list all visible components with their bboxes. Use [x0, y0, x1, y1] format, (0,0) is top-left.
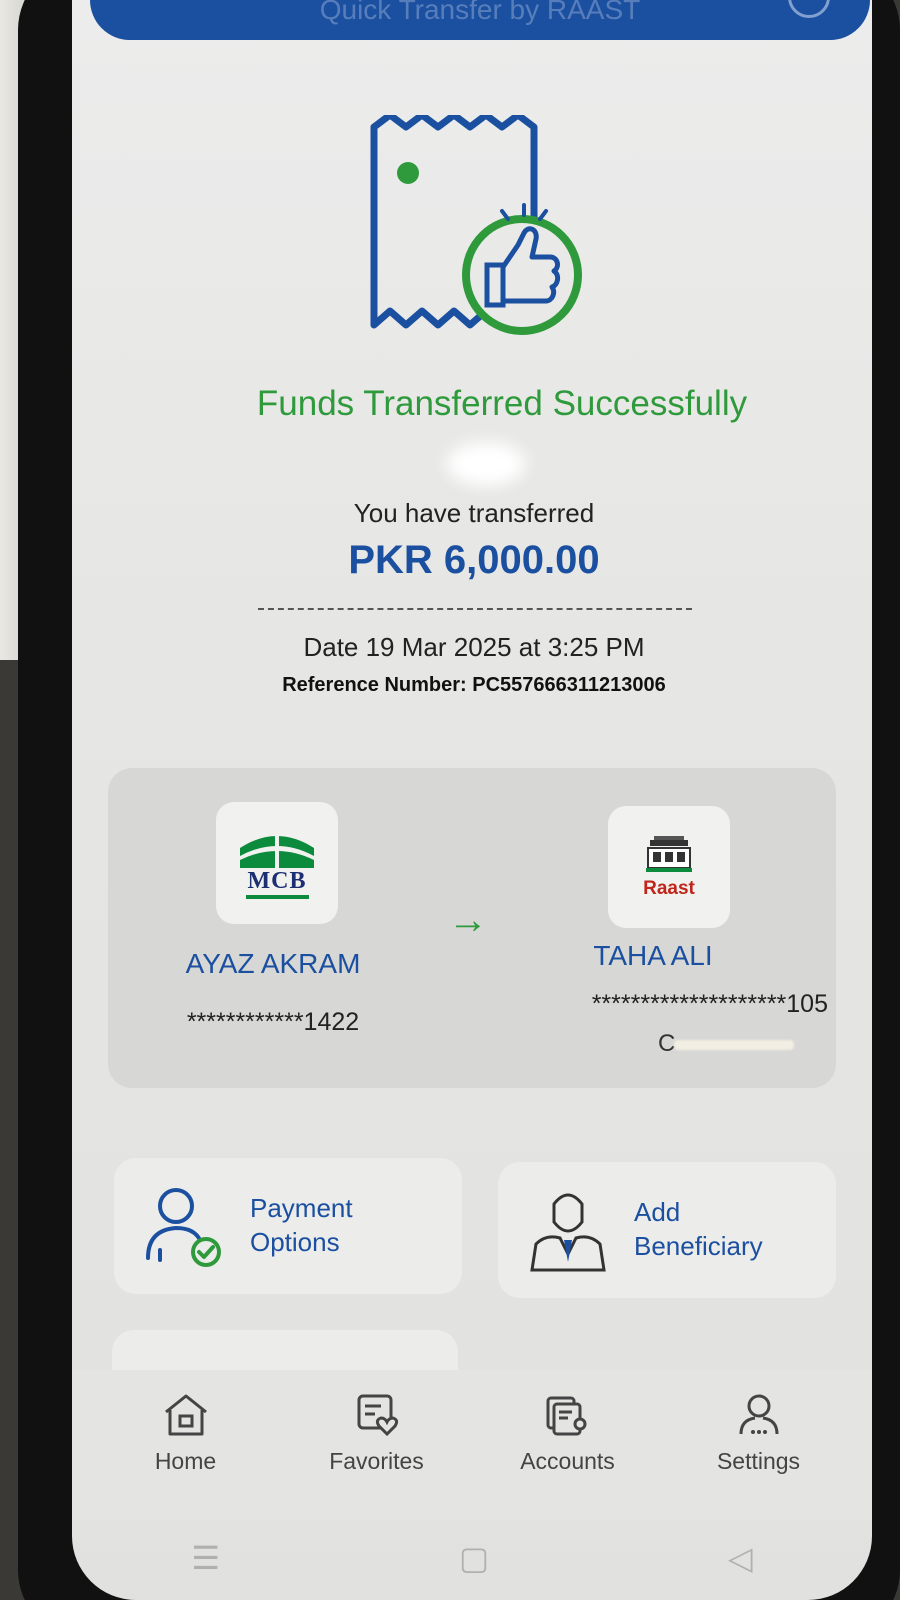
arrow-right-icon: →: [448, 898, 488, 942]
nav-home-label: Home: [154, 1448, 217, 1474]
reference-number: Reference Number: PC557666311213006: [282, 674, 666, 696]
raast-logo-text: Raast: [643, 878, 695, 899]
favorites-icon: [357, 1394, 398, 1437]
receiver-bank-logo: Raast: [608, 806, 730, 928]
receiver-extra: C: [658, 1030, 676, 1057]
nav-favorites-label: Favorites: [329, 1448, 424, 1474]
nav-settings-label: Settings: [716, 1448, 801, 1474]
accounts-icon: [546, 1396, 586, 1436]
header-title: Quick Transfer by RAAST: [319, 0, 641, 25]
mcb-logo-text: MCB: [245, 868, 309, 899]
header-info-icon[interactable]: [788, 0, 830, 18]
payment-options-button[interactable]: Payment Options: [114, 1158, 462, 1294]
bottom-navigation: Home Favorites Accounts Settings: [72, 1370, 872, 1520]
add-beneficiary-button[interactable]: Add Beneficiary: [498, 1162, 836, 1298]
payment-options-label: Payment Options: [250, 1193, 353, 1257]
nav-settings[interactable]: Settings: [669, 1388, 849, 1520]
system-navigation-bar: ☰ ▢ ◁: [72, 1528, 872, 1588]
nav-accounts-label: Accounts: [520, 1448, 615, 1474]
home-system-icon[interactable]: ▢: [459, 1539, 489, 1577]
home-icon: [164, 1394, 207, 1436]
transfer-details-card: MCB → Raast AYAZ AKRAM ************1422 …: [108, 768, 836, 1088]
header-bar: Quick Transfer by RAAST: [90, 0, 870, 40]
receiver-account: ********************105: [591, 990, 828, 1018]
nav-accounts[interactable]: Accounts: [478, 1388, 658, 1520]
screen-glare: [446, 442, 526, 486]
sender-account: ************1422: [186, 1008, 360, 1036]
user-check-icon: [146, 1188, 221, 1267]
settings-icon: [739, 1394, 778, 1435]
beneficiary-icon: [530, 1193, 606, 1272]
recent-apps-icon[interactable]: ☰: [191, 1539, 220, 1577]
transfer-date: Date 19 Mar 2025 at 3:25 PM: [303, 632, 645, 662]
receiver-name: TAHA ALI: [593, 940, 713, 971]
nav-home[interactable]: Home: [96, 1388, 276, 1520]
app-screen: Quick Transfer by RAAST Funds Transferre…: [72, 0, 872, 1600]
redaction-mark: [674, 1040, 794, 1050]
success-title: Funds Transferred Successfully: [256, 384, 748, 423]
back-icon[interactable]: ◁: [728, 1539, 753, 1577]
transferred-label: You have transferred: [353, 498, 595, 528]
sender-bank-logo: MCB: [216, 802, 338, 924]
mcb-emblem-icon: [240, 833, 314, 868]
sender-name: AYAZ AKRAM: [185, 948, 361, 979]
transfer-amount: PKR 6,000.00: [348, 538, 600, 582]
nav-favorites[interactable]: Favorites: [287, 1388, 467, 1520]
receipt-success-icon: [370, 115, 582, 335]
add-beneficiary-label: Add Beneficiary: [634, 1197, 763, 1261]
raast-emblem-icon: [646, 836, 692, 872]
dashed-divider: [258, 608, 692, 610]
